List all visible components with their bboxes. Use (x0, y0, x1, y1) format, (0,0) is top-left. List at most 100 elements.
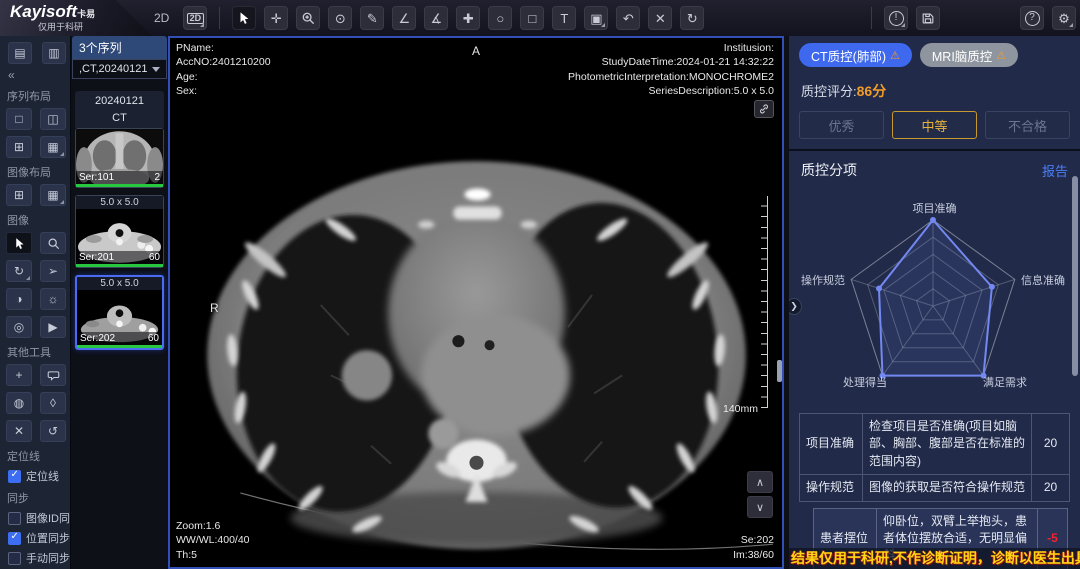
series-thumbnail-202-selected[interactable]: 5.0 x 5.0 Ser:202 60 (75, 275, 164, 350)
help-button[interactable]: ? (1020, 6, 1044, 30)
orientation-marker-right: R (210, 301, 219, 315)
delete-icon: ✕ (655, 12, 666, 25)
reset-view-button[interactable]: ↻ (680, 6, 704, 30)
key-image-tool-button[interactable]: ▣ (584, 6, 608, 30)
thumb-series-desc: 5.0 x 5.0 (76, 196, 163, 209)
sync-position-row[interactable]: 位置同步 (8, 530, 66, 546)
comment-tool-button[interactable] (40, 364, 66, 386)
tab-ct-qc[interactable]: CT质控(肺部) ⚠ (799, 43, 912, 67)
sidebar-collapse-button[interactable]: « (8, 68, 66, 82)
image-layout-2x2-button[interactable]: ⊞ (6, 184, 32, 206)
crosshair-tool-button[interactable]: ✚ (456, 6, 480, 30)
rating-medium-button[interactable]: 中等 (892, 111, 977, 139)
series-panel-toggle-button[interactable]: ▤ (8, 42, 32, 64)
panel-collapse-handle[interactable]: ❯ (786, 298, 802, 315)
sync-manual-checkbox[interactable] (8, 552, 21, 565)
report-panel-icon: ▥ (48, 47, 59, 59)
image-layout-3x3-button[interactable]: ▦ (40, 184, 66, 206)
delete-tool-button[interactable]: ✕ (6, 420, 32, 442)
thumb-series-label: Ser:101 (79, 171, 114, 184)
sync-manual-row[interactable]: 手动同步 (8, 550, 66, 566)
eraser-tool-button[interactable]: ◊ (40, 392, 66, 414)
rotate-button[interactable]: ↻ (6, 260, 32, 282)
localizer-checkbox-row[interactable]: 定位线 (8, 468, 66, 484)
eraser-icon: ◊ (50, 397, 56, 409)
text-annotation-tool-button[interactable]: T (552, 6, 576, 30)
window-level-tool-button[interactable]: ⊙ (328, 6, 352, 30)
localizer-checkbox[interactable] (8, 470, 21, 483)
layout-2x2-button[interactable]: ⊞ (6, 136, 32, 158)
image-tools-label: 图像 (7, 212, 66, 228)
study-dropdown[interactable]: ,CT,20240121 (72, 59, 167, 79)
info-button[interactable]: ! (884, 6, 908, 30)
layout-1x1-icon: □ (15, 113, 22, 125)
sync-image-id-row[interactable]: 图像ID同步 (8, 510, 66, 526)
layout-1x1-button[interactable]: □ (6, 108, 32, 130)
settings-button[interactable]: ⚙ (1052, 6, 1076, 30)
pointer-tool-button[interactable] (232, 6, 256, 30)
target-button[interactable]: ◎ (6, 316, 32, 338)
layout-3x3-button[interactable]: ▦ (40, 136, 66, 158)
pan-icon: ✛ (271, 12, 282, 25)
rating-excellent-button[interactable]: 优秀 (799, 111, 884, 139)
rectangle-icon: □ (528, 12, 536, 25)
save-button[interactable] (916, 6, 940, 30)
ellipse-tool-button[interactable]: ○ (488, 6, 512, 30)
sync-position-checkbox[interactable] (8, 532, 21, 545)
save-icon (921, 11, 935, 25)
pan-tool-button[interactable]: ✛ (264, 6, 288, 30)
panel-scrollbar-thumb[interactable] (1072, 176, 1078, 376)
sync-image-id-checkbox[interactable] (8, 512, 21, 525)
image-viewport[interactable]: PName: AccNO:2401210200 Age: Sex: Instit… (168, 36, 784, 569)
mode-2d-icon: 2D (187, 13, 205, 24)
pencil-tool-button[interactable]: ✎ (360, 6, 384, 30)
angle-tool-button[interactable]: ∠ (392, 6, 416, 30)
add-tool-button[interactable]: + (6, 364, 32, 386)
delete-annotation-button[interactable]: ✕ (648, 6, 672, 30)
layout-1x2-button[interactable]: ◫ (40, 108, 66, 130)
series-thumbnail-201[interactable]: 5.0 x 5.0 Ser:201 60 (75, 195, 164, 268)
cursor-icon (237, 11, 251, 25)
cine-play-button[interactable]: ▶ (40, 316, 66, 338)
undo-button[interactable]: ↶ (616, 6, 640, 30)
qc-score-table: 项目准确 检查项目是否准确(项目如脑部、胸部、腹部是否在标准的范围内容) 20 … (799, 413, 1070, 569)
row-item-name: 操作规范 (800, 475, 862, 500)
report-link[interactable]: 报告 (1042, 161, 1068, 180)
series-image-overlay: Se:202 Im:38/60 (733, 533, 774, 562)
invert-button[interactable]: ◑ (6, 288, 32, 310)
app-logo: Kayisoft卡易 仅用于科研 (0, 0, 152, 36)
mode-2d-button[interactable]: 2D (183, 6, 207, 30)
cobb-angle-tool-button[interactable]: ∡ (424, 6, 448, 30)
brightness-button[interactable]: ☼ (40, 288, 66, 310)
photometric-line: PhotometricInterpretation:MONOCHROME2 (568, 70, 774, 84)
play-icon: ▶ (48, 321, 57, 333)
report-panel-toggle-button[interactable]: ▥ (42, 42, 66, 64)
sidebar-magnify-button[interactable] (40, 232, 66, 254)
research-disclaimer-marquee: 结果仅用于科研,不作诊断证明，诊断以医生出具的诊断 (789, 548, 1080, 569)
series-panel-icon: ▤ (14, 47, 25, 59)
scroll-down-button[interactable]: ∨ (747, 496, 773, 518)
zoom-in-tool-button[interactable] (296, 6, 320, 30)
scroll-button[interactable]: ➢ (40, 260, 66, 282)
tab-mri-qc[interactable]: MRI脑质控 ⚠ (920, 43, 1018, 67)
scroll-up-button[interactable]: ∧ (747, 471, 773, 493)
thumb-image-count: 2 (154, 171, 160, 184)
rating-fail-button[interactable]: 不合格 (985, 111, 1070, 139)
image-layout-3x3-icon: ▦ (47, 189, 58, 201)
detect-tool-button[interactable]: ◍ (6, 392, 32, 414)
rectangle-tool-button[interactable]: □ (520, 6, 544, 30)
sidebar-pointer-button[interactable] (6, 232, 32, 254)
thumb-series-label: Ser:202 (80, 332, 115, 345)
info-icon: ! (889, 11, 904, 26)
viewer-scrollbar-thumb[interactable] (777, 360, 782, 382)
study-datetime-line: StudyDateTime:2024-01-21 14:32:22 (568, 55, 774, 69)
toolbar-separator (219, 7, 220, 29)
plus-icon: + (15, 369, 22, 381)
qc-subitems-title: 质控分项 (801, 160, 857, 180)
link-sync-button[interactable] (754, 100, 774, 118)
series-thumbnail-101[interactable]: Ser:101 2 (75, 128, 164, 188)
sync-position-label: 位置同步 (26, 530, 70, 546)
undo-tool-button[interactable]: ↺ (40, 420, 66, 442)
qc-score-label: 质控评分: (801, 84, 857, 99)
series-count-header: 3个序列 (72, 36, 167, 59)
